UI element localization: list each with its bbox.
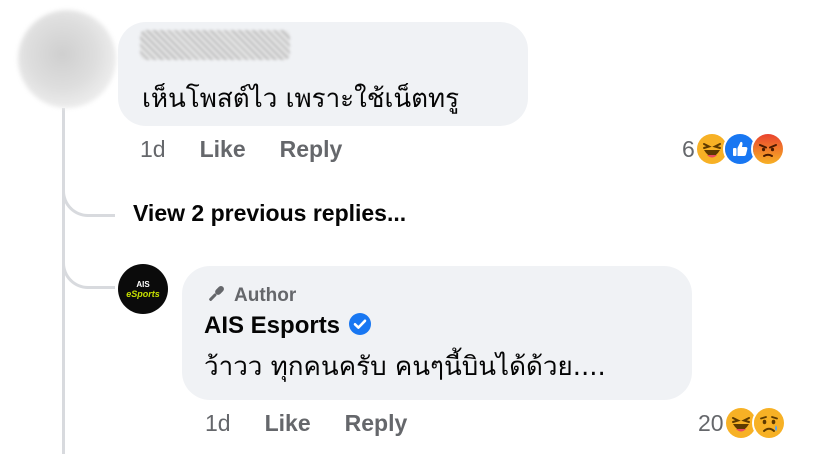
reply-button[interactable]: Reply <box>345 410 408 437</box>
page-name-row: AIS Esports <box>204 312 372 340</box>
thread-connector-view-more <box>62 178 115 217</box>
comment-bubble: เห็นโพสต์ไว เพราะใช้เน็ตทรู <box>118 22 528 126</box>
verified-badge-icon <box>348 312 372 340</box>
microphone-icon <box>204 282 228 310</box>
reply-button[interactable]: Reply <box>280 136 343 163</box>
comment-reactions[interactable]: 6 <box>682 132 785 166</box>
avatar-logo-subtext: eSports <box>126 288 160 299</box>
reaction-count: 20 <box>698 409 724 436</box>
author-label: Author <box>234 285 297 306</box>
reply-timestamp[interactable]: 1d <box>205 410 231 437</box>
reply-bubble: Author AIS Esports ว้าวว ทุกคนครับ คนๆนี… <box>182 266 692 400</box>
reply-text: ว้าวว ทุกคนครับ คนๆนี้บินได้ด้วย.... <box>204 352 606 382</box>
page-name[interactable]: AIS Esports <box>204 312 340 340</box>
comment-text: เห็นโพสต์ไว เพราะใช้เน็ตทรู <box>142 84 460 114</box>
commenter-name-redacted[interactable] <box>140 30 290 60</box>
thread-line <box>62 108 65 454</box>
commenter-avatar[interactable] <box>18 10 116 108</box>
view-previous-replies-link[interactable]: View 2 previous replies... <box>133 200 406 227</box>
angry-icon <box>750 132 785 166</box>
reply-actions: 1d Like Reply <box>205 410 441 437</box>
like-button[interactable]: Like <box>265 410 311 437</box>
reaction-count: 6 <box>682 135 695 162</box>
author-badge: Author <box>204 282 296 310</box>
thread-connector-reply <box>62 246 115 289</box>
comment-actions: 1d Like Reply <box>140 136 376 163</box>
reply-reactions[interactable]: 20 <box>698 406 786 440</box>
ais-esports-avatar[interactable]: AIS eSports <box>118 264 168 314</box>
sad-icon <box>751 406 786 440</box>
comment-timestamp[interactable]: 1d <box>140 136 166 163</box>
avatar-logo-text: AIS <box>136 279 150 289</box>
like-button[interactable]: Like <box>200 136 246 163</box>
